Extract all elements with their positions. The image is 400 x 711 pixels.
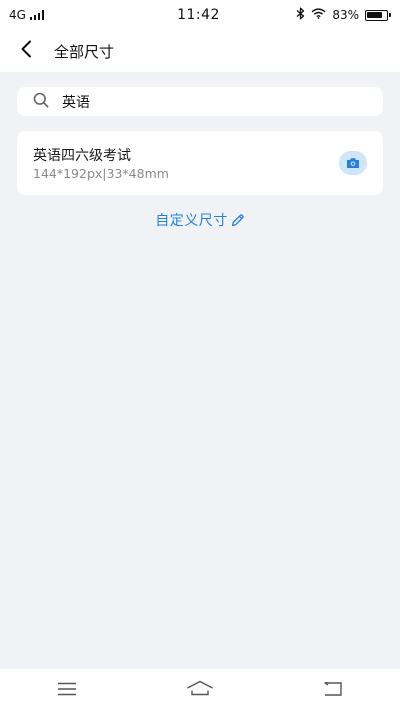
camera-icon [346,154,360,173]
navigation-bar [0,669,400,711]
size-name: 英语四六级考试 [33,148,131,164]
signal-icon [29,10,45,20]
status-bar: 4G 11:42 83% [0,0,400,30]
custom-size-link[interactable]: 自定义尺寸 [0,210,400,230]
size-spec: 144*192px|33*48mm [33,166,169,181]
status-right: 83% [268,7,391,23]
pencil-icon [230,213,245,228]
page-title: 全部尺寸 [54,42,115,61]
wifi-icon [311,8,326,22]
bluetooth-icon [296,7,305,23]
size-card[interactable]: 英语四六级考试 144*192px|33*48mm [17,131,383,195]
menu-button[interactable] [37,669,97,711]
home-icon [186,680,214,700]
search-box[interactable] [17,87,383,116]
custom-size-label: 自定义尺寸 [155,213,228,229]
header: 全部尺寸 [0,30,400,72]
battery-percent: 83% [332,8,359,22]
back-icon [323,680,343,700]
search-input[interactable] [62,93,352,110]
home-button[interactable] [170,669,230,711]
chevron-left-icon [20,40,32,62]
camera-button[interactable] [339,151,367,175]
back-button[interactable] [4,30,48,72]
network-type: 4G [9,8,26,22]
menu-icon [57,681,77,700]
back-nav-button[interactable] [303,669,363,711]
status-time: 11:42 [177,7,220,23]
search-icon [33,92,49,112]
battery-icon [364,9,391,21]
status-left: 4G [9,8,129,22]
